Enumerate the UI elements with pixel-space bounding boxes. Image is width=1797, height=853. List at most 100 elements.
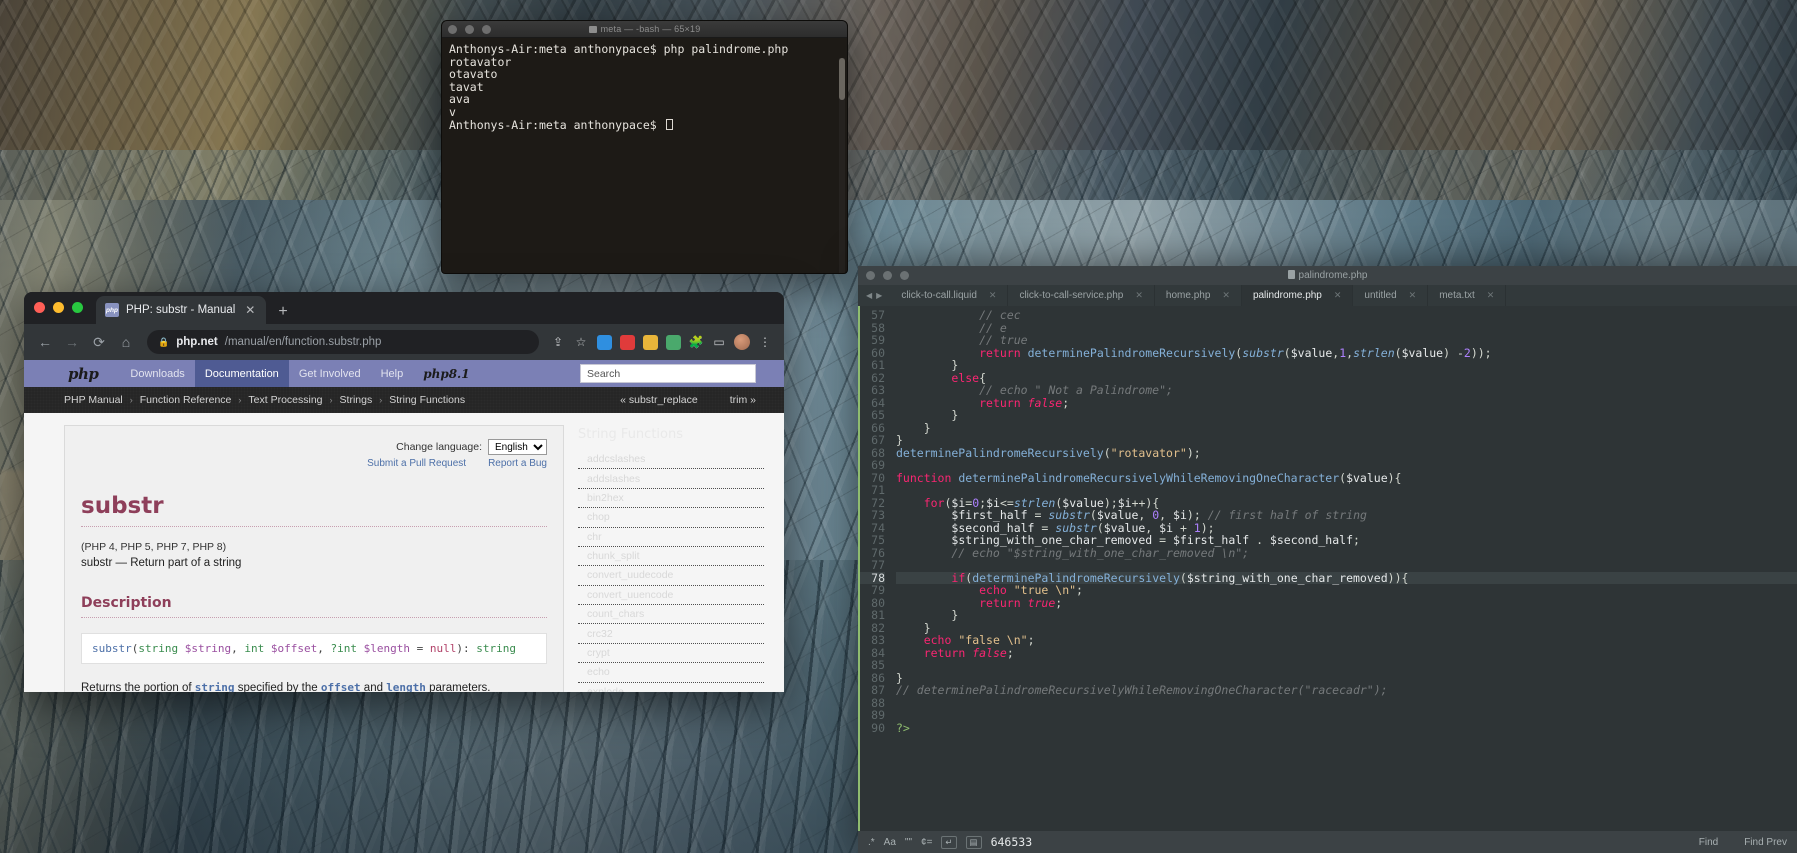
php-search-input[interactable]: Search <box>580 364 756 383</box>
sidebar-function-crypt[interactable]: crypt <box>578 644 764 664</box>
puzzle-icon[interactable]: 🧩 <box>686 332 706 352</box>
cast-icon[interactable]: ▭ <box>709 332 729 352</box>
sublime-text-window[interactable]: palindrome.php ◀ ▶ click-to-call.liquid ✕… <box>858 266 1797 853</box>
wrap-icon[interactable]: ↵ <box>941 835 957 849</box>
editor-titlebar[interactable]: palindrome.php <box>858 266 1797 285</box>
breadcrumb-php-manual[interactable]: PHP Manual <box>64 394 123 406</box>
editor-tab-bar[interactable]: ◀ ▶ click-to-call.liquid ✕ click-to-call-s… <box>858 285 1797 306</box>
sidebar-function-explode[interactable]: explode <box>578 683 764 692</box>
php-version-badge[interactable]: php8.1 <box>413 367 479 381</box>
home-icon[interactable]: ⌂ <box>114 330 138 354</box>
terminal-window[interactable]: meta — -bash — 65×19 Anthonys-Air:meta a… <box>441 20 848 274</box>
new-tab-button[interactable]: + <box>278 304 287 320</box>
editor-close-button[interactable] <box>866 271 875 280</box>
highlight-icon[interactable]: ▤ <box>965 835 982 849</box>
code-line-88[interactable] <box>896 697 1797 710</box>
extension-blue-icon[interactable] <box>594 332 614 352</box>
sidebar-function-list[interactable]: addcslashes addslashes bin2hex chop chr chunk… <box>578 450 764 692</box>
sidebar-function-convert_uuencode[interactable]: convert_uuencode <box>578 586 764 605</box>
browser-maximize-button[interactable] <box>72 302 83 313</box>
sidebar-function-addslashes[interactable]: addslashes <box>578 469 764 489</box>
editor-tab-home-php[interactable]: home.php ✕ <box>1155 285 1242 306</box>
back-icon[interactable]: ← <box>33 330 57 354</box>
php-nav-downloads[interactable]: Downloads <box>120 360 194 387</box>
code-line-84[interactable]: return false; <box>896 646 1797 660</box>
editor-source-code[interactable]: // cec // e // true return determinePali… <box>892 306 1797 831</box>
sidebar-function-echo[interactable]: echo <box>578 663 764 683</box>
find-prev-button[interactable]: Find Prev <box>1744 837 1787 848</box>
close-icon[interactable]: ✕ <box>1487 290 1495 301</box>
extension-yellow-icon[interactable] <box>640 332 660 352</box>
language-select[interactable]: English <box>488 439 547 455</box>
sidebar-function-chunk_split[interactable]: chunk_split <box>578 547 764 567</box>
find-button[interactable]: Find <box>1699 837 1718 848</box>
reload-icon[interactable]: ⟳ <box>87 330 111 354</box>
editor-tab-click-to-call-service-php[interactable]: click-to-call-service.php ✕ <box>1008 285 1155 306</box>
bookmark-star-icon[interactable]: ☆ <box>571 332 591 352</box>
browser-traffic-lights[interactable] <box>34 302 83 313</box>
code-line-76[interactable]: // echo "$string_with_one_char_removed \… <box>896 546 1797 560</box>
editor-maximize-button[interactable] <box>900 271 909 280</box>
breadcrumb-function-reference[interactable]: Function Reference <box>140 394 232 406</box>
code-line-83[interactable]: echo "false \n"; <box>896 634 1797 647</box>
code-line-90[interactable]: ?> <box>896 721 1797 735</box>
php-nav-help[interactable]: Help <box>371 360 414 387</box>
code-line-85[interactable] <box>896 659 1797 672</box>
menu-kebab-icon[interactable]: ⋮ <box>755 332 775 352</box>
close-icon[interactable]: ✕ <box>1409 290 1417 301</box>
chrome-tab-strip[interactable]: php PHP: substr - Manual ✕ + <box>24 292 784 324</box>
case-sensitive-icon[interactable]: Aa <box>884 837 896 848</box>
terminal-traffic-lights[interactable] <box>448 24 491 34</box>
prev-page-link[interactable]: « substr_replace <box>620 394 698 406</box>
whole-word-icon[interactable]: "" <box>905 837 912 848</box>
extension-red-icon[interactable] <box>617 332 637 352</box>
share-icon[interactable]: ⇪ <box>548 332 568 352</box>
editor-tab-meta-txt[interactable]: meta.txt ✕ <box>1428 285 1507 306</box>
terminal-minimize-button[interactable] <box>465 24 474 34</box>
close-icon[interactable]: ✕ <box>1135 290 1143 301</box>
editor-minimize-button[interactable] <box>883 271 892 280</box>
code-line-61[interactable]: } <box>896 359 1797 372</box>
next-page-link[interactable]: trim » <box>730 394 756 406</box>
chrome-browser-window[interactable]: php PHP: substr - Manual ✕ + ← → ⟳ ⌂ 🔒 p… <box>24 292 784 692</box>
report-bug-link[interactable]: Report a Bug <box>488 458 547 469</box>
breadcrumb-strings[interactable]: Strings <box>340 394 373 406</box>
terminal-scrollbar-thumb[interactable] <box>839 58 845 100</box>
terminal-output[interactable]: Anthonys-Air:meta anthonypace$ php palin… <box>442 38 847 273</box>
sidebar-function-addcslashes[interactable]: addcslashes <box>578 450 764 470</box>
code-line-87[interactable]: // determinePalindromeRecursivelyWhileRe… <box>896 684 1797 697</box>
editor-tab-untitled[interactable]: untitled ✕ <box>1353 285 1429 306</box>
submit-pull-request-link[interactable]: Submit a Pull Request <box>367 458 466 469</box>
breadcrumb[interactable]: PHP Manual › Function Reference › Text P… <box>24 387 784 413</box>
terminal-titlebar[interactable]: meta — -bash — 65×19 <box>442 21 847 38</box>
terminal-close-button[interactable] <box>448 24 457 34</box>
tab-scroll-arrows[interactable]: ◀ ▶ <box>858 285 890 306</box>
sidebar-function-chop[interactable]: chop <box>578 508 764 528</box>
close-icon[interactable]: ✕ <box>1334 290 1342 301</box>
browser-close-button[interactable] <box>34 302 45 313</box>
sidebar-function-convert_uudecode[interactable]: convert_uudecode <box>578 566 764 586</box>
chrome-toolbar[interactable]: ← → ⟳ ⌂ 🔒 php.net/manual/en/function.sub… <box>24 324 784 360</box>
sidebar-function-crc32[interactable]: crc32 <box>578 624 764 644</box>
extension-green-icon[interactable] <box>663 332 683 352</box>
sidebar-function-bin2hex[interactable]: bin2hex <box>578 489 764 509</box>
code-line-68[interactable]: determinePalindromeRecursively("rotavato… <box>896 446 1797 460</box>
avatar[interactable] <box>732 332 752 352</box>
regex-icon[interactable]: .* <box>868 837 875 848</box>
close-icon[interactable]: ✕ <box>1222 290 1230 301</box>
editor-traffic-lights[interactable] <box>866 271 909 280</box>
code-line-65[interactable]: } <box>896 409 1797 422</box>
php-nav-get-involved[interactable]: Get Involved <box>289 360 371 387</box>
sidebar-function-count_chars[interactable]: count_chars <box>578 605 764 625</box>
editor-code-area[interactable]: 57 58 59 60 61 62 63 64 65 66 67 68 69 70 71 72 73 74 75 76… <box>858 306 1797 831</box>
editor-status-bar[interactable]: .* Aa "" ¢= ↵ ▤ 646533 Find Find Prev <box>858 831 1797 853</box>
php-nav-documentation[interactable]: Documentation <box>194 360 289 387</box>
forward-icon[interactable]: → <box>60 330 84 354</box>
sidebar-function-chr[interactable]: chr <box>578 528 764 547</box>
breadcrumb-string-functions[interactable]: String Functions <box>389 394 465 406</box>
code-line-57[interactable]: // cec <box>896 309 1797 322</box>
address-bar[interactable]: 🔒 php.net/manual/en/function.substr.php <box>147 330 539 354</box>
in-selection-icon[interactable]: ¢= <box>921 837 932 848</box>
code-line-60[interactable]: return determinePalindromeRecursively(su… <box>896 346 1797 360</box>
editor-tab-click-to-call-liquid[interactable]: click-to-call.liquid ✕ <box>890 285 1009 306</box>
